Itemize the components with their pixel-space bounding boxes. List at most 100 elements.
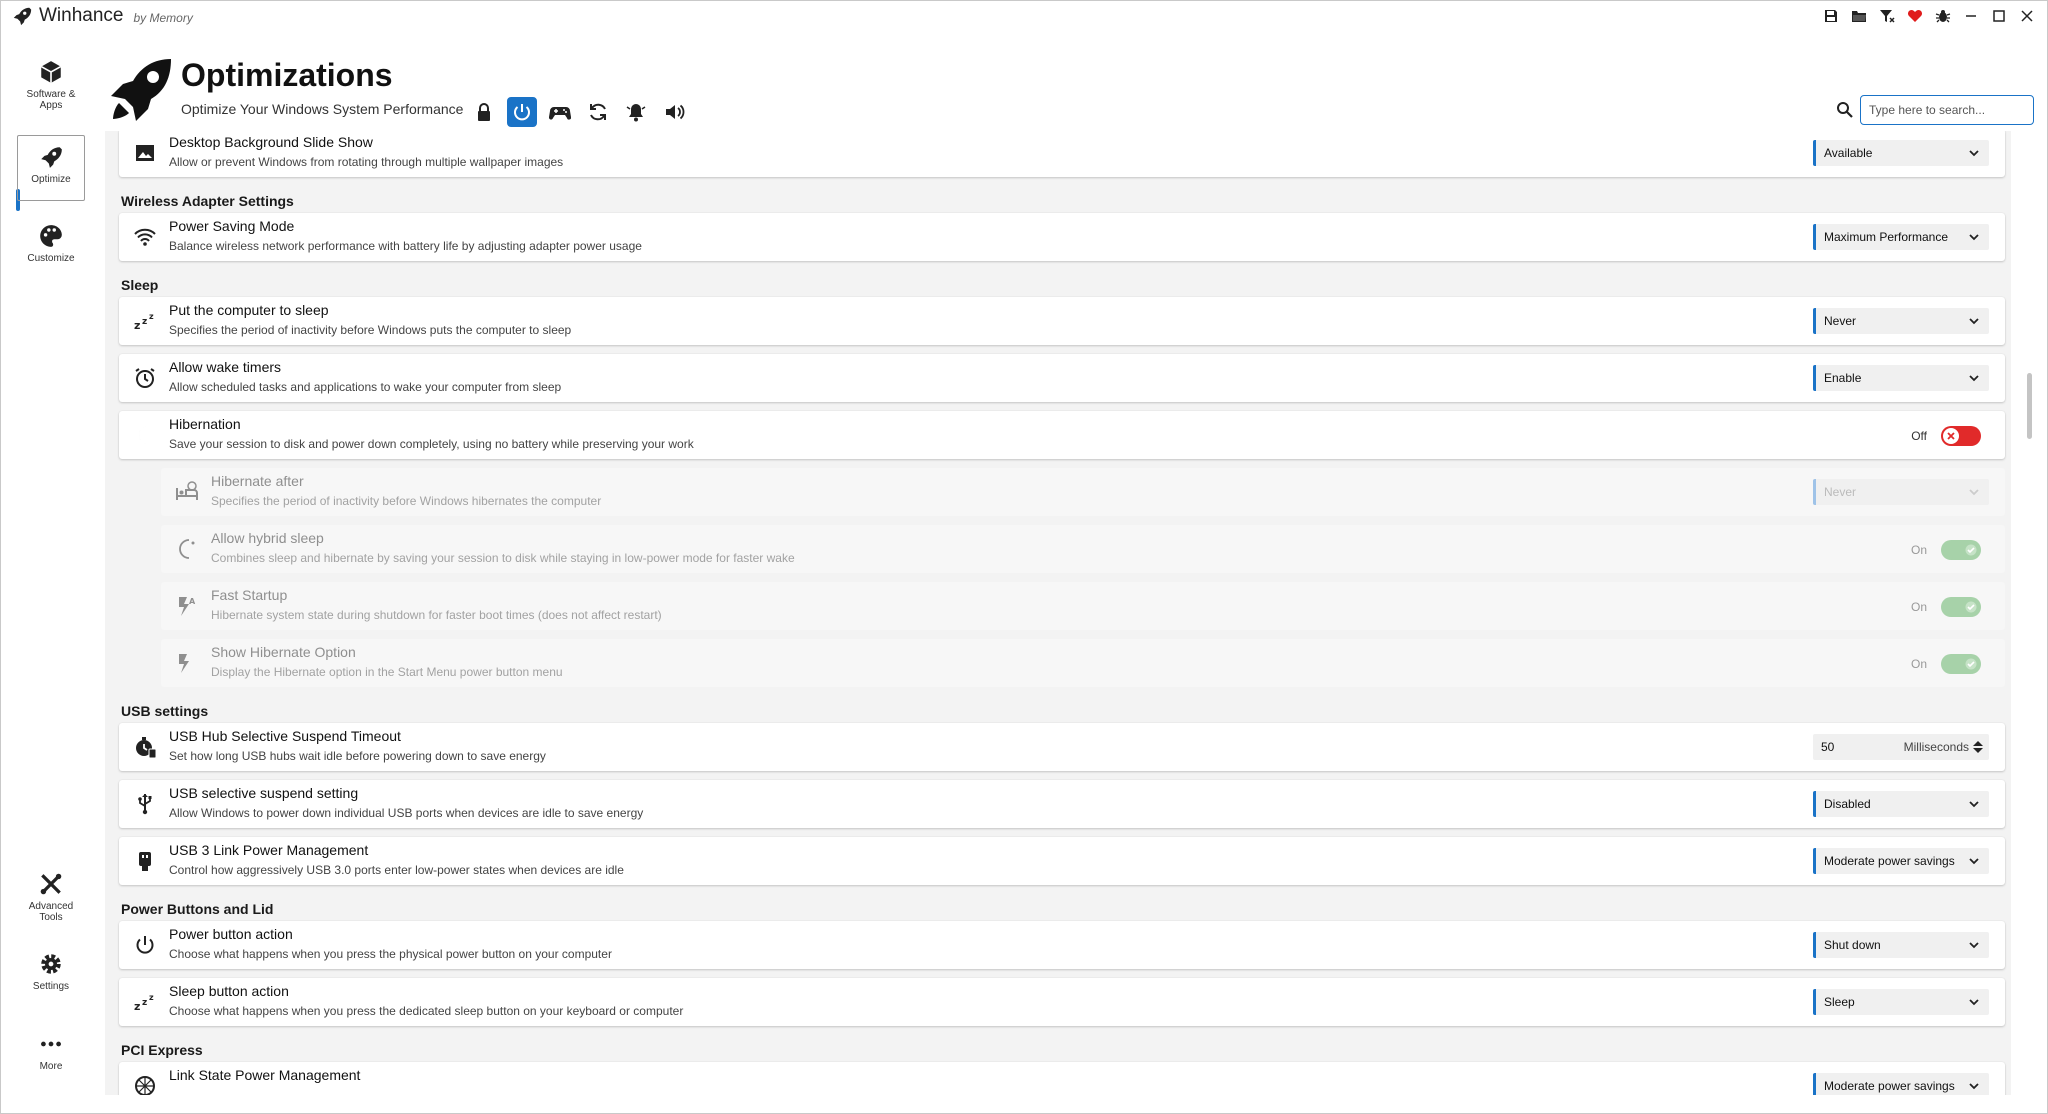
setting-description: Hibernate system state during shutdown f… bbox=[211, 608, 662, 622]
refresh-icon bbox=[590, 103, 606, 121]
spinner-arrows-icon[interactable] bbox=[1971, 739, 1985, 755]
sidebar: Software & Apps Optimize Customize Advan… bbox=[1, 31, 103, 1113]
setting-row-usb-selective: USB selective suspend setting Allow Wind… bbox=[119, 780, 2005, 828]
number-value: 50 bbox=[1821, 740, 1835, 754]
search-input[interactable] bbox=[1860, 95, 2034, 125]
hibernation-toggle[interactable] bbox=[1941, 426, 1981, 446]
setting-title: USB Hub Selective Suspend Timeout bbox=[169, 728, 401, 744]
sidebar-item-advanced-tools[interactable]: Advanced Tools bbox=[17, 863, 85, 929]
bug-report-button[interactable] bbox=[1929, 3, 1957, 29]
svg-text:z: z bbox=[134, 319, 140, 332]
dropdown-value: Disabled bbox=[1824, 797, 1871, 811]
wifi-power-dropdown[interactable]: Maximum Performance bbox=[1813, 224, 1989, 250]
usb-hub-timeout-number-input[interactable]: 50 Milliseconds bbox=[1813, 734, 1989, 760]
filter-icon bbox=[1880, 10, 1895, 23]
setting-title: Allow hybrid sleep bbox=[211, 530, 324, 546]
notifications-category-button[interactable] bbox=[621, 97, 651, 127]
donate-button[interactable] bbox=[1901, 3, 1929, 29]
dropdown-value: Maximum Performance bbox=[1824, 230, 1949, 244]
link-state-icon bbox=[135, 1076, 155, 1095]
svg-text:z: z bbox=[134, 1000, 140, 1013]
setting-description: Choose what happens when you press the p… bbox=[169, 947, 612, 961]
page-title: Optimizations bbox=[181, 57, 393, 93]
title-bar: Winhance by Memory bbox=[1, 1, 2047, 31]
slideshow-dropdown[interactable]: Available bbox=[1813, 140, 1989, 166]
usb-selective-dropdown[interactable]: Disabled bbox=[1813, 791, 1989, 817]
vertical-scrollbar[interactable] bbox=[2023, 131, 2031, 1095]
show-hibernate-toggle[interactable] bbox=[1941, 654, 1981, 674]
close-button[interactable] bbox=[2013, 3, 2041, 29]
page-header: Optimizations Optimize Your Windows Syst… bbox=[105, 31, 2045, 131]
filter-button[interactable] bbox=[1873, 3, 1901, 29]
setting-row-link-state: Link State Power Management Moderate pow… bbox=[119, 1062, 2005, 1095]
fast-startup-toggle[interactable] bbox=[1941, 597, 1981, 617]
sidebar-item-optimize[interactable]: Optimize bbox=[17, 135, 85, 201]
toggle-state-label: On bbox=[1910, 600, 1927, 614]
toggle-state-label: On bbox=[1910, 657, 1927, 671]
save-config-button[interactable] bbox=[1817, 3, 1845, 29]
wake-timers-dropdown[interactable]: Enable bbox=[1813, 365, 1989, 391]
sound-category-button[interactable] bbox=[659, 97, 689, 127]
toggle-knob bbox=[1943, 428, 1959, 444]
privacy-category-button[interactable] bbox=[469, 97, 499, 127]
setting-title: Allow wake timers bbox=[169, 359, 282, 375]
sidebar-item-more[interactable]: More bbox=[17, 1023, 85, 1089]
sidebar-item-software-apps[interactable]: Software & Apps bbox=[17, 51, 85, 117]
image-icon bbox=[136, 145, 154, 161]
power-category-button[interactable] bbox=[507, 97, 537, 127]
setting-row-fast-startup: A Fast Startup Hibernate system state du… bbox=[161, 582, 2005, 630]
setting-title: Hibernation bbox=[169, 416, 241, 432]
scrollbar-thumb[interactable] bbox=[2027, 373, 2032, 439]
update-category-button[interactable] bbox=[583, 97, 613, 127]
flash-moon-icon bbox=[179, 654, 194, 673]
chevron-down-icon bbox=[1969, 150, 1979, 157]
gaming-category-button[interactable] bbox=[545, 97, 575, 127]
rocket-header-icon bbox=[111, 59, 171, 121]
sleep-button-dropdown[interactable]: Sleep bbox=[1813, 989, 1989, 1015]
chevron-down-icon bbox=[1969, 318, 1979, 325]
setting-description: Allow Windows to power down individual U… bbox=[169, 806, 644, 820]
lock-icon bbox=[478, 103, 490, 121]
sleep-zzz-icon: z zz bbox=[134, 312, 154, 332]
search-area bbox=[1836, 95, 2034, 125]
power-icon bbox=[136, 936, 154, 954]
sidebar-item-customize[interactable]: Customize bbox=[17, 215, 85, 281]
setting-description: Set how long USB hubs wait idle before p… bbox=[169, 749, 546, 763]
setting-row-wifi-power: Power Saving Mode Balance wireless netwo… bbox=[119, 213, 2005, 261]
toggle-state-label: Off bbox=[1911, 429, 1927, 443]
open-config-button[interactable] bbox=[1845, 3, 1873, 29]
chevron-down-icon bbox=[1969, 234, 1979, 241]
setting-description: Save your session to disk and power down… bbox=[169, 437, 694, 451]
maximize-button[interactable] bbox=[1985, 3, 2013, 29]
app-name: Winhance bbox=[39, 5, 124, 26]
dropdown-value: Moderate power savings bbox=[1824, 854, 1955, 868]
sidebar-item-label: Advanced Tools bbox=[28, 901, 74, 923]
hybrid-sleep-toggle[interactable] bbox=[1941, 540, 1981, 560]
link-state-dropdown[interactable]: Moderate power savings bbox=[1813, 1073, 1989, 1095]
sidebar-item-label: Optimize bbox=[31, 174, 71, 185]
package-icon bbox=[40, 61, 62, 83]
settings-list[interactable]: Desktop Background Slide Show Allow or p… bbox=[105, 131, 2011, 1095]
section-header-pci: PCI Express bbox=[121, 1042, 203, 1058]
category-toolbar bbox=[469, 97, 689, 127]
gear-icon bbox=[41, 954, 61, 974]
setting-description: Balance wireless network performance wit… bbox=[169, 239, 642, 253]
minimize-button[interactable] bbox=[1957, 3, 1985, 29]
folder-icon bbox=[1852, 11, 1866, 22]
dropdown-value: Enable bbox=[1824, 371, 1862, 385]
setting-row-wake-timers: Allow wake timers Allow scheduled tasks … bbox=[119, 354, 2005, 402]
toggle-state-label: On bbox=[1910, 543, 1927, 557]
chevron-down-icon bbox=[1969, 489, 1979, 496]
toggle-knob bbox=[1963, 542, 1979, 558]
setting-description: Allow scheduled tasks and applications t… bbox=[169, 380, 562, 394]
power-button-dropdown[interactable]: Shut down bbox=[1813, 932, 1989, 958]
usb3-link-dropdown[interactable]: Moderate power savings bbox=[1813, 848, 1989, 874]
sleep-after-dropdown[interactable]: Never bbox=[1813, 308, 1989, 334]
svg-text:z: z bbox=[149, 312, 154, 321]
setting-row-sleep-after: zzz Put the computer to sleep Specifies … bbox=[119, 297, 2005, 345]
setting-row-usb-hub-timeout: USB Hub Selective Suspend Timeout Set ho… bbox=[119, 723, 2005, 771]
setting-row-usb3-link: USB 3 Link Power Management Control how … bbox=[119, 837, 2005, 885]
chevron-down-icon bbox=[1969, 375, 1979, 382]
hibernate-after-dropdown[interactable]: Never bbox=[1813, 479, 1989, 505]
sidebar-item-settings[interactable]: Settings bbox=[17, 943, 85, 1009]
